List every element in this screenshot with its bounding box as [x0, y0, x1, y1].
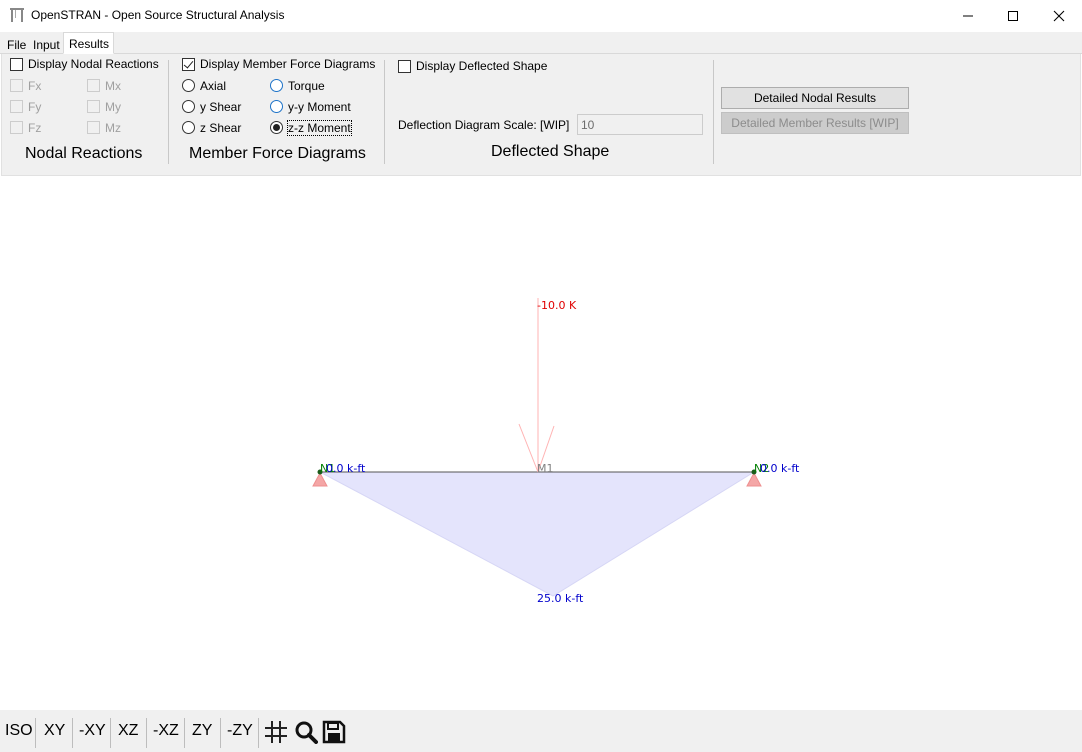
detailed-member-results-button[interactable]: Detailed Member Results [WIP]: [721, 112, 909, 134]
tab-strip: File Input Results: [0, 32, 1082, 54]
mz-label: Mz: [105, 121, 121, 135]
z-z-moment-label: z-z Moment: [287, 120, 352, 136]
tab-input[interactable]: Input: [28, 36, 64, 54]
mx-label: Mx: [105, 79, 121, 93]
view-iso-button[interactable]: ISO: [5, 722, 33, 740]
toolbar-divider: [146, 718, 147, 748]
model-viewport[interactable]: -10.0 K M1 N1 N2 0.0 k-ft 0.0 k-ft 25.0 …: [1, 176, 1081, 710]
deflection-scale-label: Deflection Diagram Scale: [WIP]: [398, 118, 570, 132]
tab-results[interactable]: Results: [63, 32, 115, 54]
display-member-force-checkbox[interactable]: [182, 58, 195, 71]
y-y-moment-radio[interactable]: [270, 100, 283, 113]
close-button[interactable]: [1036, 0, 1082, 32]
group-divider: [713, 60, 714, 164]
node1-moment-label: 0.0 k-ft: [326, 462, 366, 475]
fx-label: Fx: [28, 79, 42, 93]
y-shear-label: y Shear: [200, 100, 242, 114]
view-neg-xy-button[interactable]: -XY: [79, 722, 106, 740]
mx-checkbox[interactable]: [87, 79, 100, 92]
fz-checkbox[interactable]: [10, 121, 23, 134]
view-neg-xz-button[interactable]: -XZ: [153, 722, 179, 740]
display-nodal-reactions-checkbox[interactable]: [10, 58, 23, 71]
toolbar-divider: [258, 718, 259, 748]
load-label: -10.0 K: [537, 299, 577, 312]
group-divider: [384, 60, 385, 164]
member-label: M1: [537, 462, 554, 475]
group-divider: [168, 60, 169, 164]
toolbar-divider: [72, 718, 73, 748]
app-icon: [10, 8, 24, 22]
z-shear-label: z Shear: [200, 121, 242, 135]
save-icon[interactable]: [322, 720, 346, 744]
my-label: My: [105, 100, 121, 114]
display-nodal-reactions-label: Display Nodal Reactions: [28, 57, 159, 71]
detailed-nodal-results-button[interactable]: Detailed Nodal Results: [721, 87, 909, 109]
title-bar: OpenSTRAN - Open Source Structural Analy…: [0, 0, 1082, 32]
grid-icon[interactable]: [264, 720, 288, 744]
display-deflected-label: Display Deflected Shape: [416, 59, 548, 73]
axial-radio[interactable]: [182, 79, 195, 92]
toolbar-divider: [110, 718, 111, 748]
member-force-group-title: Member Force Diagrams: [189, 145, 366, 162]
moment-diagram: [319, 471, 756, 597]
point-load-arrowhead-left: [518, 423, 539, 473]
fy-checkbox[interactable]: [10, 100, 23, 113]
torque-radio[interactable]: [270, 79, 283, 92]
minimize-icon: [963, 15, 973, 17]
toolbar-divider: [220, 718, 221, 748]
fx-checkbox[interactable]: [10, 79, 23, 92]
toolbar-divider: [184, 718, 185, 748]
nodal-reactions-group-title: Nodal Reactions: [25, 145, 143, 162]
view-toolbar: ISO XY -XY XZ -XZ ZY -ZY: [0, 710, 1082, 752]
mz-checkbox[interactable]: [87, 121, 100, 134]
deflected-shape-group-title: Deflected Shape: [491, 143, 610, 160]
minimize-button[interactable]: [945, 0, 991, 32]
search-icon[interactable]: [294, 720, 318, 744]
view-xy-button[interactable]: XY: [44, 722, 65, 740]
y-y-moment-label: y-y Moment: [288, 100, 351, 114]
results-ribbon: Display Nodal Reactions Fx Mx Fy My Fz M…: [1, 54, 1081, 176]
view-zy-button[interactable]: ZY: [192, 722, 212, 740]
my-checkbox[interactable]: [87, 100, 100, 113]
max-moment-label: 25.0 k-ft: [537, 592, 584, 605]
fy-label: Fy: [28, 100, 42, 114]
axial-label: Axial: [200, 79, 227, 93]
model-canvas: -10.0 K M1 N1 N2 0.0 k-ft 0.0 k-ft 25.0 …: [312, 298, 800, 605]
maximize-button[interactable]: [990, 0, 1036, 32]
view-xz-button[interactable]: XZ: [118, 722, 138, 740]
deflection-scale-input[interactable]: 10: [577, 114, 703, 135]
z-z-moment-radio[interactable]: [270, 121, 283, 134]
torque-label: Torque: [288, 79, 325, 93]
close-icon: [1053, 10, 1065, 22]
node2-moment-label: 0.0 k-ft: [760, 462, 800, 475]
fz-label: Fz: [28, 121, 42, 135]
view-neg-zy-button[interactable]: -ZY: [227, 722, 253, 740]
y-shear-radio[interactable]: [182, 100, 195, 113]
display-deflected-checkbox[interactable]: [398, 60, 411, 73]
toolbar-divider: [35, 718, 36, 748]
maximize-icon: [1008, 11, 1018, 21]
display-member-force-label: Display Member Force Diagrams: [200, 57, 376, 71]
window-title: OpenSTRAN - Open Source Structural Analy…: [31, 8, 285, 22]
z-shear-radio[interactable]: [182, 121, 195, 134]
tab-file[interactable]: File: [2, 36, 30, 54]
